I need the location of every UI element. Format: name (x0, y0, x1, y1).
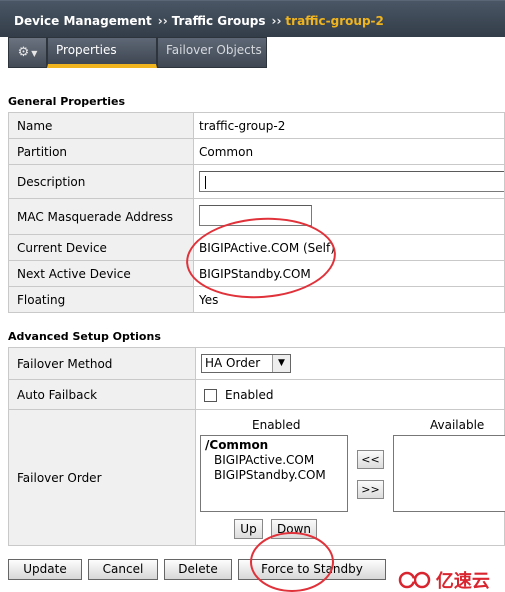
gear-menu-button[interactable]: ⚙ ▼ (8, 37, 47, 68)
tab-bar: ⚙ ▼ Properties Failover Objects (0, 37, 505, 69)
logo-text: 亿速云 (435, 571, 490, 592)
section-general-properties: General Properties (8, 95, 126, 108)
row-label: MAC Masquerade Address (8, 198, 194, 235)
move-right-button[interactable]: >> (357, 480, 384, 499)
logo-mark-icon (398, 571, 431, 589)
description-input[interactable] (199, 171, 504, 192)
name-value: traffic-group-2 (193, 112, 505, 139)
update-button[interactable]: Update (8, 559, 82, 580)
delete-button[interactable]: Delete (164, 559, 232, 580)
failover-method-selected: HA Order (205, 356, 261, 370)
text-caret (205, 176, 206, 189)
floating-value: Yes (193, 286, 505, 313)
table-row: Floating Yes (8, 286, 505, 313)
breadcrumb-separator: ›› (157, 14, 168, 28)
breadcrumb: Device Management ›› Traffic Groups ›› traff… (0, 0, 505, 37)
list-item[interactable]: /Common (205, 438, 347, 453)
current-device-value: BIGIPActive.COM (Self) (193, 234, 505, 261)
gear-icon: ⚙ (17, 45, 30, 60)
row-label: Description (8, 164, 194, 199)
table-row: Description (8, 164, 505, 199)
table-row: Name traffic-group-2 (8, 112, 505, 139)
table-row: Next Active Device BIGIPStandby.COM (8, 260, 505, 287)
row-label: Current Device (8, 234, 194, 261)
available-column-header: Available (430, 418, 485, 432)
row-label: Partition (8, 138, 194, 165)
table-row: Failover Method HA Order ▼ (8, 347, 505, 380)
description-cell (193, 164, 505, 199)
cancel-button[interactable]: Cancel (88, 559, 158, 580)
yisu-logo: 亿速云 (398, 567, 490, 592)
enabled-devices-list[interactable]: /Common BIGIPActive.COM BIGIPStandby.COM (200, 435, 348, 512)
partition-value: Common (193, 138, 505, 165)
row-label: Next Active Device (8, 260, 194, 287)
breadcrumb-device-management[interactable]: Device Management (14, 14, 152, 28)
failover-method-select[interactable]: HA Order ▼ (201, 354, 291, 373)
row-label: Failover Order (8, 409, 196, 546)
tab-properties[interactable]: Properties (47, 37, 157, 68)
list-item[interactable]: BIGIPActive.COM (205, 453, 347, 468)
table-row: Partition Common (8, 138, 505, 165)
breadcrumb-traffic-groups[interactable]: Traffic Groups (172, 14, 266, 28)
list-item[interactable]: BIGIPStandby.COM (205, 468, 347, 483)
mac-masquerade-input[interactable] (199, 204, 312, 226)
breadcrumb-separator: ›› (271, 14, 282, 28)
available-devices-list[interactable] (393, 435, 505, 512)
table-row: Auto Failback Enabled (8, 379, 505, 410)
row-label: Name (8, 112, 194, 139)
next-active-device-value: BIGIPStandby.COM (193, 260, 505, 287)
move-up-button[interactable]: Up (234, 519, 263, 539)
auto-failback-cell: Enabled (195, 379, 505, 410)
move-left-button[interactable]: << (357, 450, 384, 469)
tab-failover-objects[interactable]: Failover Objects (157, 37, 267, 68)
auto-failback-label: Enabled (225, 387, 274, 402)
move-down-button[interactable]: Down (271, 519, 317, 539)
breadcrumb-current: traffic-group-2 (285, 14, 384, 28)
row-label: Floating (8, 286, 194, 313)
force-to-standby-button[interactable]: Force to Standby (238, 559, 386, 580)
failover-method-cell: HA Order ▼ (195, 347, 505, 380)
enabled-column-header: Enabled (252, 418, 301, 432)
general-properties-table: Name traffic-group-2 Partition Common De… (8, 112, 505, 313)
row-label: Auto Failback (8, 379, 196, 410)
row-label: Failover Method (8, 347, 196, 380)
auto-failback-checkbox[interactable] (204, 388, 217, 402)
table-row: MAC Masquerade Address (8, 198, 505, 235)
table-row: Current Device BIGIPActive.COM (Self) (8, 234, 505, 261)
chevron-down-icon: ▼ (272, 355, 290, 372)
mac-cell (193, 198, 505, 235)
chevron-down-icon: ▼ (31, 49, 38, 58)
section-advanced-setup: Advanced Setup Options (8, 330, 161, 343)
